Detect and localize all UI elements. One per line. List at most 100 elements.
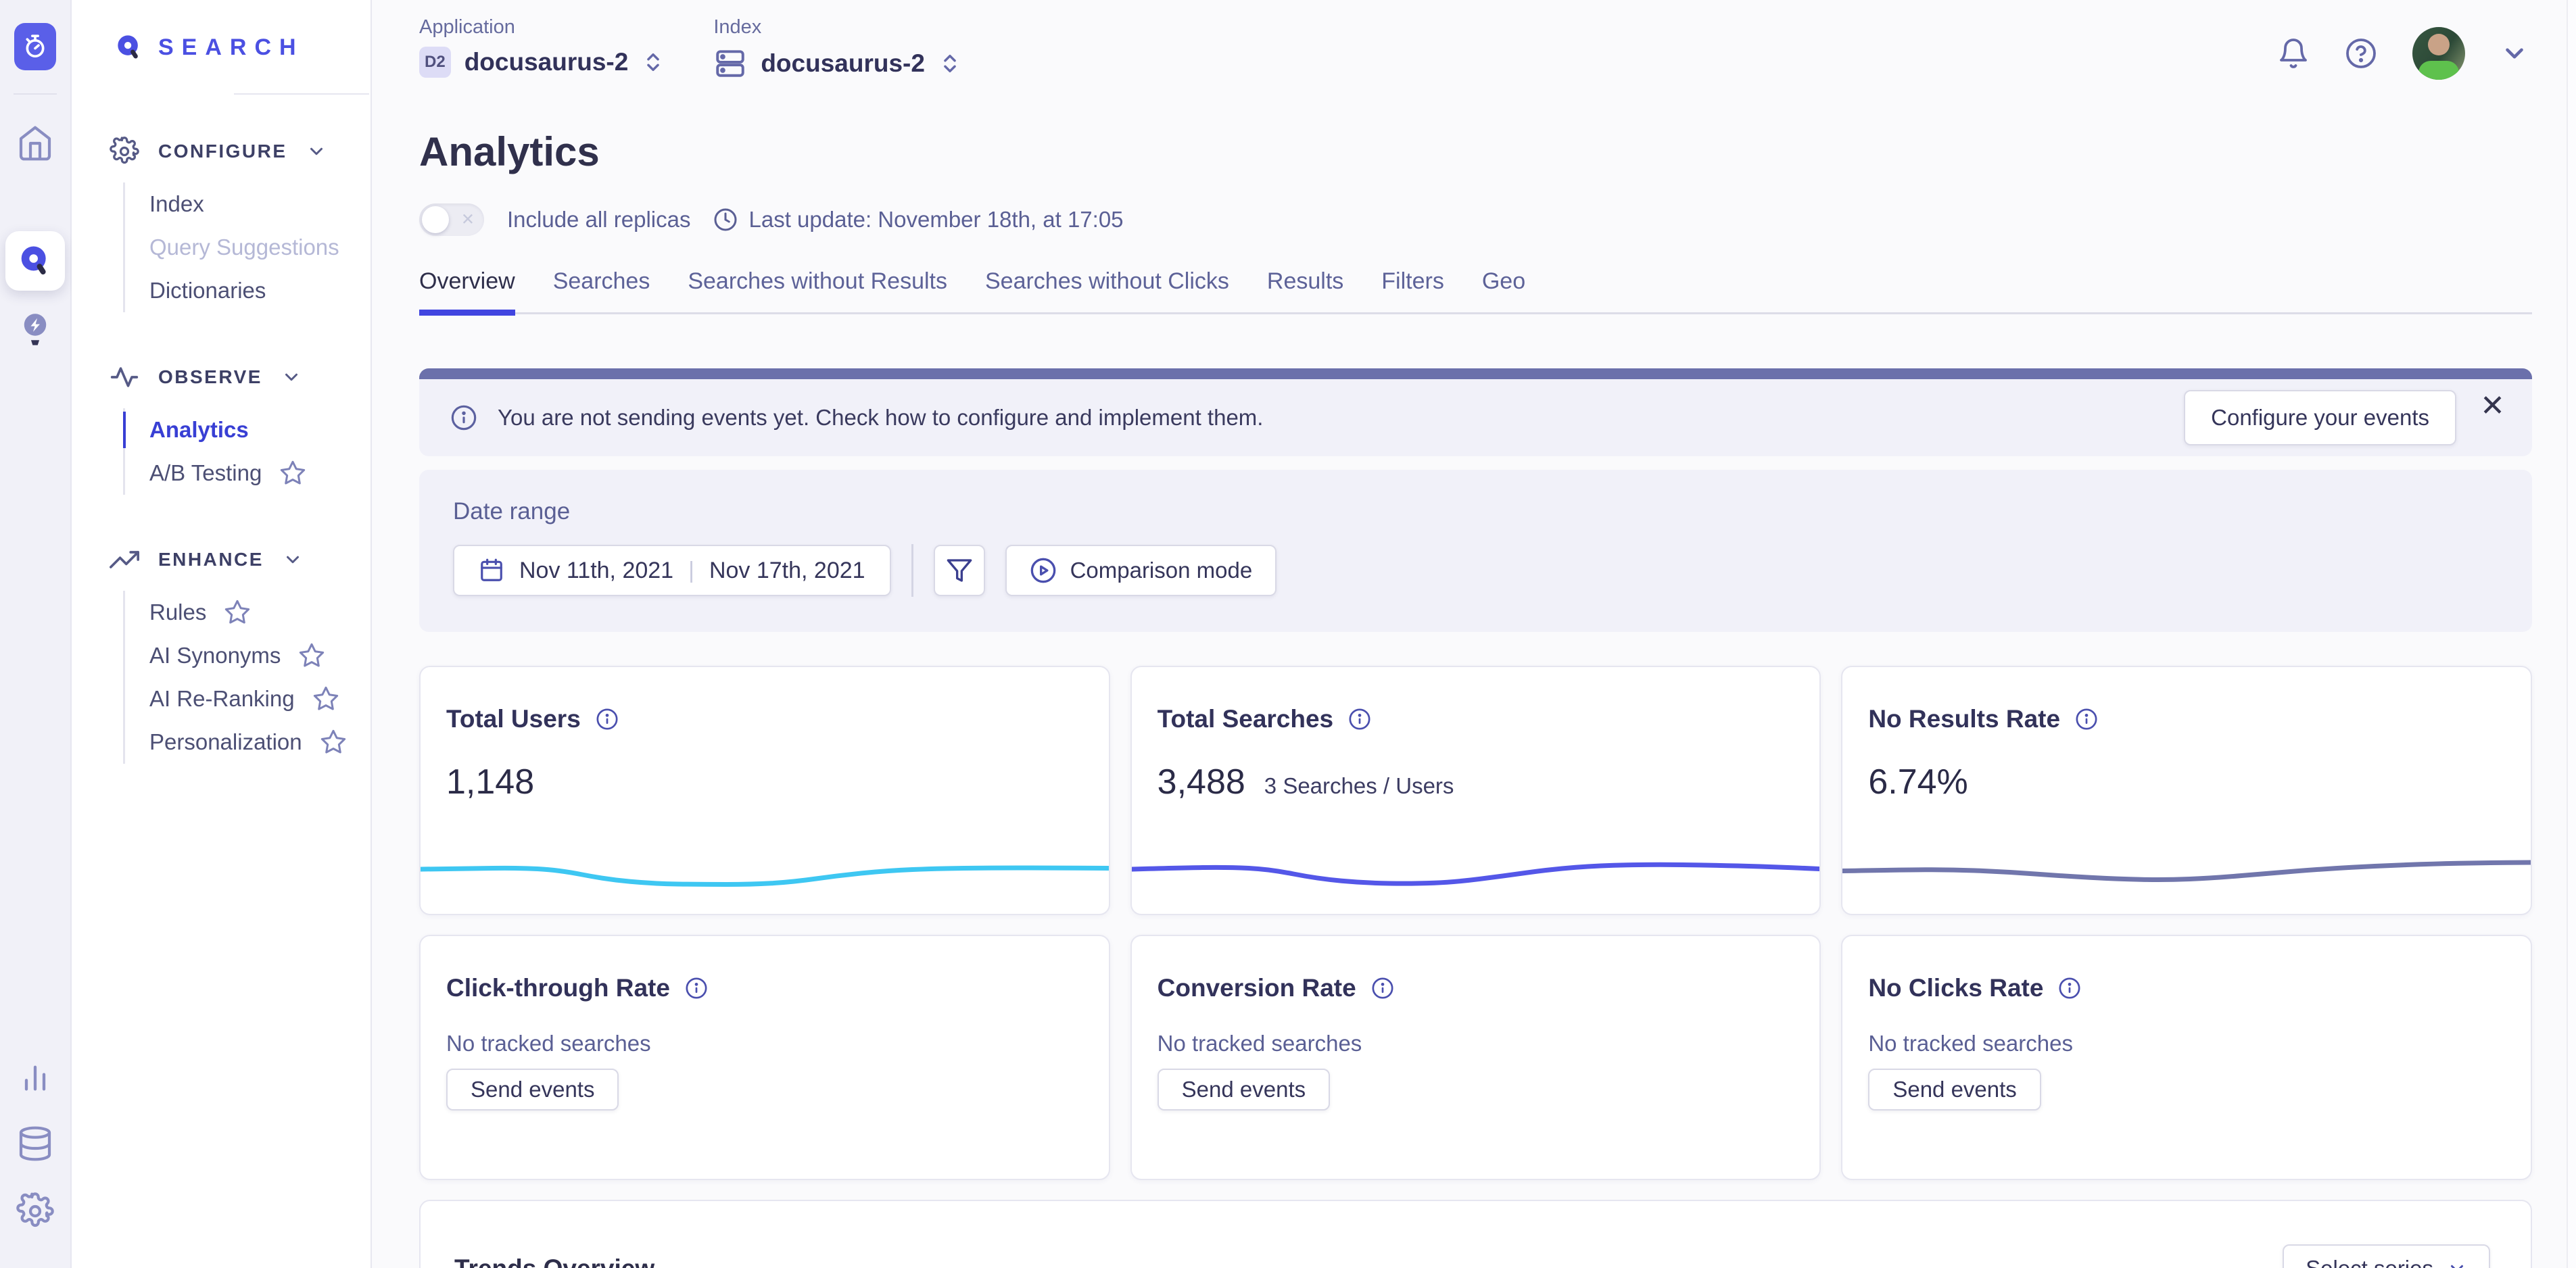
- sparkline-total-searches: [1132, 829, 1820, 896]
- clock-icon: [713, 208, 738, 232]
- account-chevron-down-icon[interactable]: [2500, 39, 2529, 68]
- tab-searches-without-clicks[interactable]: Searches without Clicks: [985, 268, 1229, 312]
- include-replicas-toggle[interactable]: ✕: [419, 203, 484, 236]
- controls-divider: [911, 544, 913, 597]
- info-icon[interactable]: [1348, 708, 1371, 731]
- sidebar-item-label: Analytics: [149, 417, 249, 443]
- last-update-text: Last update: November 18th, at 17:05: [748, 207, 1123, 233]
- select-series-label: Select series: [2306, 1256, 2433, 1268]
- nav-header-observe[interactable]: OBSERVE: [110, 362, 371, 392]
- nav-items-observe: Analytics A/B Testing: [123, 408, 371, 495]
- tab-searches-without-results[interactable]: Searches without Results: [688, 268, 947, 312]
- date-separator: |: [688, 558, 694, 584]
- info-icon[interactable]: [685, 977, 708, 1000]
- index-label: Index: [713, 16, 961, 39]
- home-icon[interactable]: [16, 124, 54, 162]
- info-icon[interactable]: [2058, 977, 2081, 1000]
- comparison-mode-label: Comparison mode: [1070, 558, 1253, 583]
- user-avatar[interactable]: [2412, 27, 2465, 80]
- settings-gear-icon[interactable]: [16, 1192, 54, 1230]
- product-logo[interactable]: SEARCH: [72, 0, 371, 95]
- gear-icon: [110, 137, 139, 166]
- sparkline-total-users: [421, 829, 1109, 896]
- trends-overview-card: Trends Overview Select series: [419, 1200, 2532, 1268]
- index-icon: [713, 47, 747, 80]
- banner-accent-bar: [419, 368, 2532, 379]
- metric-value: 6.74%: [1868, 762, 1967, 802]
- chevron-down-icon: [2447, 1259, 2467, 1268]
- banner-close-icon[interactable]: ✕: [2480, 391, 2505, 421]
- info-icon[interactable]: [596, 708, 619, 731]
- metric-card-total-users: Total Users 1,148: [419, 666, 1110, 915]
- nav-section-label: ENHANCE: [158, 549, 264, 570]
- sidebar-item-dictionaries[interactable]: Dictionaries: [125, 269, 371, 312]
- database-icon[interactable]: [16, 1125, 54, 1163]
- page-title: Analytics: [419, 128, 2532, 175]
- metric-title: No Results Rate: [1868, 705, 2060, 733]
- star-icon: [224, 599, 251, 626]
- sidebar: SEARCH CONFIGURE: [72, 0, 372, 1268]
- metric-value: 1,148: [446, 762, 534, 802]
- sidebar-item-query-suggestions[interactable]: Query Suggestions: [125, 226, 371, 269]
- sidebar-item-label: AI Re-Ranking: [149, 686, 295, 712]
- scrollbar[interactable]: [2567, 0, 2576, 1268]
- send-events-button[interactable]: Send events: [446, 1069, 619, 1111]
- sidebar-item-ai-re-ranking[interactable]: AI Re-Ranking: [125, 677, 371, 721]
- metric-card-no-clicks-rate: No Clicks Rate No tracked searches Send …: [1841, 935, 2532, 1180]
- metric-card-no-results-rate: No Results Rate 6.74%: [1841, 666, 2532, 915]
- lightbulb-icon[interactable]: [18, 310, 53, 349]
- sidebar-item-personalization[interactable]: Personalization: [125, 721, 371, 764]
- product-logo-text: SEARCH: [158, 34, 304, 61]
- configure-events-button[interactable]: Configure your events: [2184, 390, 2456, 445]
- filter-funnel-icon[interactable]: [934, 545, 985, 596]
- sidebar-item-ai-synonyms[interactable]: AI Synonyms: [125, 634, 371, 677]
- sidebar-item-analytics[interactable]: Analytics: [125, 408, 371, 452]
- application-select[interactable]: D2 docusaurus-2: [419, 47, 665, 78]
- sidebar-item-index[interactable]: Index: [125, 182, 371, 226]
- metric-value: 3,488: [1158, 762, 1245, 802]
- index-select[interactable]: docusaurus-2: [713, 47, 961, 80]
- tab-overview[interactable]: Overview: [419, 268, 515, 312]
- calendar-icon: [479, 558, 504, 583]
- notifications-bell-icon[interactable]: [2277, 37, 2310, 70]
- metric-card-click-through-rate: Click-through Rate No tracked searches S…: [419, 935, 1110, 1180]
- chevron-down-icon: [281, 367, 302, 387]
- sidebar-item-ab-testing[interactable]: A/B Testing: [125, 452, 371, 495]
- tab-results[interactable]: Results: [1267, 268, 1343, 312]
- star-icon: [298, 642, 325, 669]
- send-events-button[interactable]: Send events: [1158, 1069, 1330, 1111]
- tab-searches[interactable]: Searches: [553, 268, 650, 312]
- comparison-mode-button[interactable]: Comparison mode: [1005, 545, 1277, 596]
- send-events-button[interactable]: Send events: [1868, 1069, 2041, 1111]
- sidebar-item-rules[interactable]: Rules: [125, 591, 371, 634]
- select-series-button[interactable]: Select series: [2283, 1244, 2490, 1268]
- tab-geo[interactable]: Geo: [1482, 268, 1525, 312]
- sidebar-item-label: Index: [149, 191, 204, 217]
- star-icon: [279, 460, 306, 487]
- help-icon[interactable]: [2345, 37, 2377, 70]
- events-banner: You are not sending events yet. Check ho…: [419, 368, 2532, 456]
- stepper-chevrons-icon: [642, 51, 665, 74]
- page-meta-row: ✕ Include all replicas Last update: Nove…: [419, 203, 2532, 236]
- nav-header-configure[interactable]: CONFIGURE: [110, 137, 371, 166]
- bar-chart-icon[interactable]: [18, 1060, 53, 1095]
- sidebar-item-label: Dictionaries: [149, 278, 266, 303]
- app-logo-tile[interactable]: [14, 23, 56, 70]
- search-logo-icon: [114, 32, 145, 63]
- info-icon[interactable]: [1371, 977, 1394, 1000]
- trending-up-icon: [110, 545, 139, 575]
- info-icon[interactable]: [2075, 708, 2098, 731]
- tab-bar: Overview Searches Searches without Resul…: [419, 268, 2532, 314]
- tab-filters[interactable]: Filters: [1381, 268, 1444, 312]
- nav-header-enhance[interactable]: ENHANCE: [110, 545, 371, 575]
- search-product-tile[interactable]: [5, 231, 65, 291]
- sparkline-no-results-rate: [1842, 829, 2531, 896]
- date-start: Nov 11th, 2021: [519, 558, 673, 584]
- trends-title: Trends Overview: [454, 1254, 654, 1268]
- date-range-picker[interactable]: Nov 11th, 2021 | Nov 17th, 2021: [453, 545, 891, 596]
- empty-state-text: No tracked searches: [1132, 1002, 1820, 1056]
- metric-card-conversion-rate: Conversion Rate No tracked searches Send…: [1130, 935, 1821, 1180]
- toggle-off-x-icon: ✕: [461, 210, 475, 230]
- metric-title: Total Searches: [1158, 705, 1333, 733]
- star-icon: [312, 685, 339, 712]
